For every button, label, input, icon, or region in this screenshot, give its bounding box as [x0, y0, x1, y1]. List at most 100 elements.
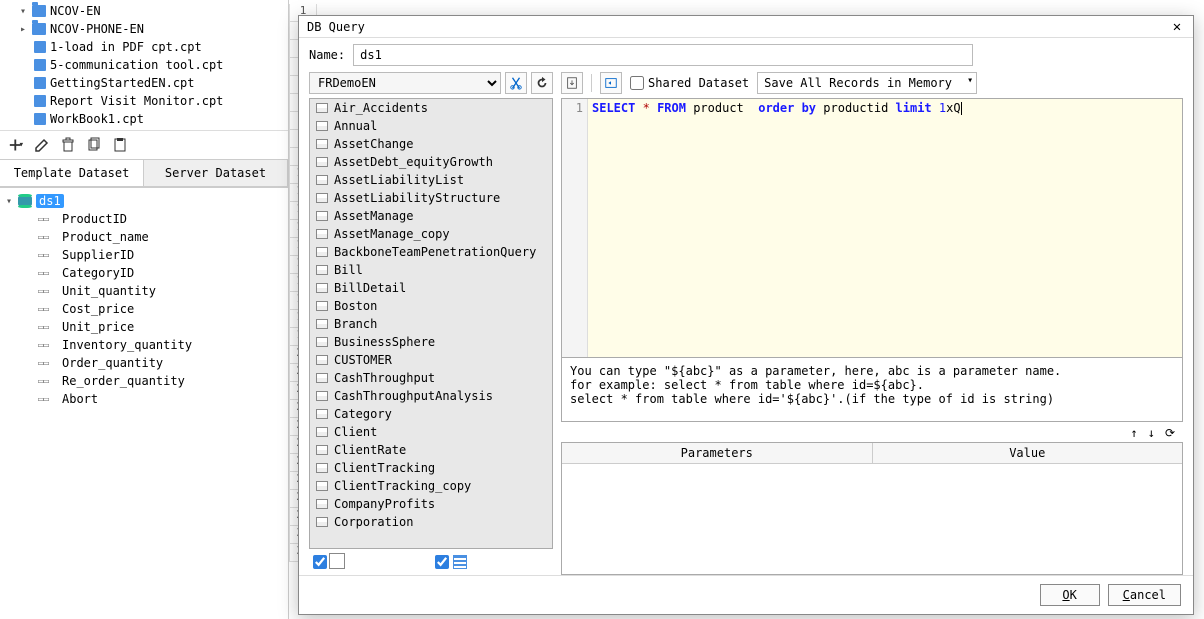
dataset-column[interactable]: ▭▭ Abort: [2, 390, 286, 408]
dataset-node-ds1[interactable]: ▾ ds1: [2, 192, 286, 210]
folder-icon: [32, 23, 46, 35]
dialog-title: DB Query: [307, 20, 365, 34]
table-icon: [316, 319, 328, 329]
table-icon: [316, 103, 328, 113]
edit-icon[interactable]: [34, 137, 50, 153]
db-query-dialog: DB Query ✕ Name: FRDemoEN Air_AccidentsA…: [298, 15, 1194, 615]
table-item[interactable]: CashThroughput: [310, 369, 552, 387]
sql-editor[interactable]: 1 SELECT * FROM product order by product…: [561, 98, 1183, 358]
table-item[interactable]: Branch: [310, 315, 552, 333]
tab-server-dataset[interactable]: Server Dataset: [143, 159, 288, 187]
table-item[interactable]: Bill: [310, 261, 552, 279]
table-icon: [316, 157, 328, 167]
expand-icon[interactable]: ▾: [4, 196, 14, 207]
tree-file[interactable]: WorkBook1.cpt: [4, 110, 284, 128]
cancel-button[interactable]: Cancel: [1108, 584, 1181, 606]
column-icon: ▭▭: [38, 232, 58, 243]
move-down-icon[interactable]: ↓: [1148, 426, 1155, 440]
check-a[interactable]: [313, 555, 327, 569]
column-label: Order_quantity: [62, 356, 163, 370]
dataset-column[interactable]: ▭▭Unit_quantity: [2, 282, 286, 300]
table-icon: [316, 175, 328, 185]
dataset-column[interactable]: ▭▭Cost_price: [2, 300, 286, 318]
tree-folder-ncov-phone-en[interactable]: ▸ NCOV-PHONE-EN: [4, 20, 284, 38]
dataset-column[interactable]: ▭▭Product_name: [2, 228, 286, 246]
table-item[interactable]: Corporation: [310, 513, 552, 531]
column-icon: ▭▭: [38, 394, 58, 405]
table-item[interactable]: AssetManage_copy: [310, 225, 552, 243]
dataset-tabs: Template Dataset Server Dataset: [0, 160, 288, 188]
sql-import-icon[interactable]: [561, 72, 583, 94]
table-item[interactable]: BusinessSphere: [310, 333, 552, 351]
tree-folder-ncov-en[interactable]: ▾ NCOV-EN: [4, 2, 284, 20]
col-value: Value: [873, 443, 1183, 463]
table-item[interactable]: ClientTracking_copy: [310, 477, 552, 495]
table-item[interactable]: Category: [310, 405, 552, 423]
sql-code[interactable]: SELECT * FROM product order by productid…: [588, 99, 1182, 357]
add-icon[interactable]: ▾: [8, 137, 24, 153]
table-item[interactable]: ClientRate: [310, 441, 552, 459]
table-item[interactable]: Air_Accidents: [310, 99, 552, 117]
table-item[interactable]: Client: [310, 423, 552, 441]
shared-dataset-label: Shared Dataset: [648, 76, 749, 90]
table-label: AssetDebt_equityGrowth: [334, 155, 493, 169]
dataset-column[interactable]: ▭▭CategoryID: [2, 264, 286, 282]
table-item[interactable]: CashThroughputAnalysis: [310, 387, 552, 405]
delete-icon[interactable]: [60, 137, 76, 153]
name-input[interactable]: [353, 44, 973, 66]
file-icon: [34, 113, 46, 125]
tree-file[interactable]: GettingStartedEN.cpt: [4, 74, 284, 92]
dialog-titlebar: DB Query ✕: [299, 16, 1193, 38]
refresh-icon[interactable]: [531, 72, 553, 94]
table-item[interactable]: AssetLiabilityList: [310, 171, 552, 189]
column-label: Abort: [62, 392, 98, 406]
table-item[interactable]: Annual: [310, 117, 552, 135]
table-item[interactable]: ClientTracking: [310, 459, 552, 477]
dataset-column[interactable]: ▭▭ Order_quantity: [2, 354, 286, 372]
check-b[interactable]: [435, 555, 449, 569]
paste-icon[interactable]: [112, 137, 128, 153]
tree-file[interactable]: 5-communication tool.cpt: [4, 56, 284, 74]
table-item[interactable]: AssetDebt_equityGrowth: [310, 153, 552, 171]
table-item[interactable]: AssetManage: [310, 207, 552, 225]
ok-button[interactable]: OK: [1040, 584, 1100, 606]
tree-file[interactable]: Report Visit Monitor.cpt: [4, 92, 284, 110]
file-label: WorkBook1.cpt: [50, 112, 144, 126]
tree-file[interactable]: 1-load in PDF cpt.cpt: [4, 38, 284, 56]
column-label: CategoryID: [62, 266, 134, 280]
refresh-params-icon[interactable]: ⟳: [1165, 426, 1175, 440]
column-icon: ▭▭: [38, 358, 58, 369]
table-item[interactable]: AssetLiabilityStructure: [310, 189, 552, 207]
move-up-icon[interactable]: ↑: [1130, 426, 1137, 440]
connection-select[interactable]: FRDemoEN: [309, 72, 501, 94]
dataset-column[interactable]: ▭▭Re_order_quantity: [2, 372, 286, 390]
folder-label: NCOV-EN: [50, 4, 101, 18]
column-label: Re_order_quantity: [62, 374, 185, 388]
table-label: Client: [334, 425, 377, 439]
dataset-toolbar: ▾: [0, 130, 288, 160]
copy-icon[interactable]: [86, 137, 102, 153]
table-item[interactable]: BillDetail: [310, 279, 552, 297]
table-item[interactable]: Boston: [310, 297, 552, 315]
preview-icon[interactable]: [600, 72, 622, 94]
close-icon[interactable]: ✕: [1169, 19, 1185, 35]
memory-mode-select[interactable]: Save All Records in Memory: [757, 72, 977, 94]
table-item[interactable]: CUSTOMER: [310, 351, 552, 369]
expand-icon[interactable]: ▾: [18, 6, 28, 17]
table-item[interactable]: CompanyProfits: [310, 495, 552, 513]
expand-icon[interactable]: ▸: [18, 24, 28, 35]
tab-template-dataset[interactable]: Template Dataset: [0, 159, 144, 187]
column-label: Unit_price: [62, 320, 134, 334]
dataset-column[interactable]: ▭▭SupplierID: [2, 246, 286, 264]
table-item[interactable]: BackboneTeamPenetrationQuery: [310, 243, 552, 261]
table-label: Annual: [334, 119, 377, 133]
dataset-column[interactable]: ▭▭Unit_price: [2, 318, 286, 336]
cut-icon[interactable]: [505, 72, 527, 94]
table-item[interactable]: AssetChange: [310, 135, 552, 153]
dataset-column[interactable]: ▭▭Inventory_quantity: [2, 336, 286, 354]
col-parameters: Parameters: [562, 443, 873, 463]
table-list[interactable]: Air_Accidents Annual AssetChange AssetDebt_…: [309, 98, 553, 549]
shared-dataset-check[interactable]: [630, 76, 644, 90]
parameters-body[interactable]: [562, 464, 1182, 574]
dataset-column[interactable]: ▭▭ProductID: [2, 210, 286, 228]
